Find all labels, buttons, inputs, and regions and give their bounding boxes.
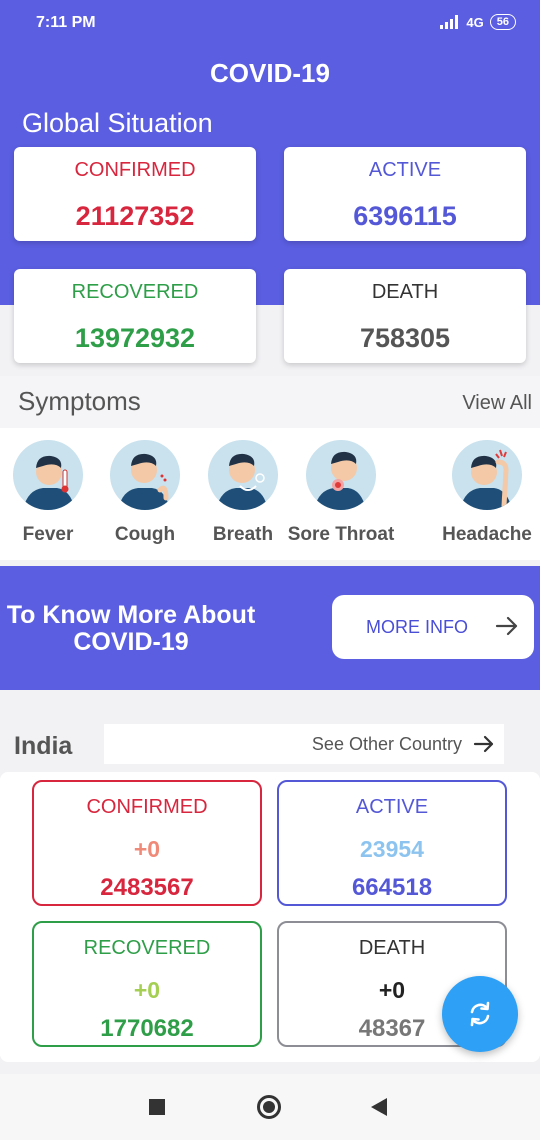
country-confirmed-label: CONFIRMED [86,796,208,818]
battery-icon: 56 [489,14,516,30]
recents-icon[interactable] [149,1099,165,1115]
network-type: 4G [466,14,484,30]
global-death-label: DEATH [371,281,439,303]
country-recovered-card[interactable]: RECOVERED +0 1770682 [32,921,262,1047]
global-recovered-value: 13972932 [74,323,196,353]
global-active-label: ACTIVE [368,159,442,181]
symptom-item-headache[interactable]: Headache [427,440,540,546]
global-confirmed-label: CONFIRMED [74,159,196,181]
country-active-value: 664518 [351,874,433,901]
see-other-country-button[interactable]: See Other Country [104,724,504,764]
symptoms-title: Symptoms [18,386,141,416]
global-confirmed-value: 21127352 [75,201,195,231]
country-row: India See Other Country [0,720,540,772]
headache-icon [452,440,522,510]
refresh-button[interactable] [442,976,518,1052]
system-nav-bar [0,1074,540,1140]
breath-icon [208,440,278,510]
refresh-icon [470,1001,490,1027]
fever-icon [13,440,83,510]
symptoms-header: Symptoms View All [0,376,540,428]
symptom-name: Headache [442,524,532,545]
symptoms-list: Fever Cough Breath Sore Throat Headache [0,428,540,560]
more-info-button[interactable]: MORE INFO [332,595,534,659]
back-icon[interactable] [371,1098,387,1116]
more-info-label: MORE INFO [366,616,468,637]
country-recovered-delta: +0 [133,977,161,1003]
global-situation-title: Global Situation [22,108,213,138]
cough-icon [110,440,180,510]
see-other-country-label: See Other Country [311,733,462,754]
country-confirmed-card[interactable]: CONFIRMED +0 2483567 [32,780,262,906]
banner-line-2: COVID-19 [73,628,189,656]
symptom-name: Sore Throat [287,524,395,545]
sore-throat-icon [306,440,376,510]
app-title: COVID-19 [210,58,330,88]
global-active-value: 6396115 [353,201,457,231]
global-active-card[interactable]: ACTIVE 6396115 [284,147,526,241]
global-death-card[interactable]: DEATH 758305 [284,269,526,363]
global-confirmed-card[interactable]: CONFIRMED 21127352 [14,147,256,241]
country-confirmed-delta: +0 [133,836,161,862]
country-active-card[interactable]: ACTIVE 23954 664518 [277,780,507,906]
signal-icon [440,15,459,29]
banner-line-1: To Know More About [6,601,256,629]
global-death-value: 758305 [359,323,451,353]
more-info-banner: To Know More About COVID-19 MORE INFO [0,566,540,690]
global-recovered-label: RECOVERED [71,281,199,303]
status-time: 7:11 PM [36,14,96,31]
country-recovered-label: RECOVERED [83,937,211,959]
country-confirmed-value: 2483567 [100,874,194,901]
global-recovered-card[interactable]: RECOVERED 13972932 [14,269,256,363]
home-icon[interactable] [257,1095,281,1119]
symptoms-view-all-link[interactable]: View All [462,392,532,415]
arrow-right-icon [473,735,494,753]
status-indicators: 4G 56 [440,14,516,30]
country-name: India [14,732,73,760]
country-death-label: DEATH [358,937,426,959]
country-active-delta: 23954 [360,836,424,862]
status-bar: 7:11 PM 4G 56 [0,0,540,46]
symptom-item-sore-throat[interactable]: Sore Throat [281,440,401,546]
banner-text: To Know More About COVID-19 [0,602,262,656]
country-recovered-value: 1770682 [100,1015,194,1042]
arrow-right-icon [495,616,518,636]
country-active-label: ACTIVE [355,796,429,818]
